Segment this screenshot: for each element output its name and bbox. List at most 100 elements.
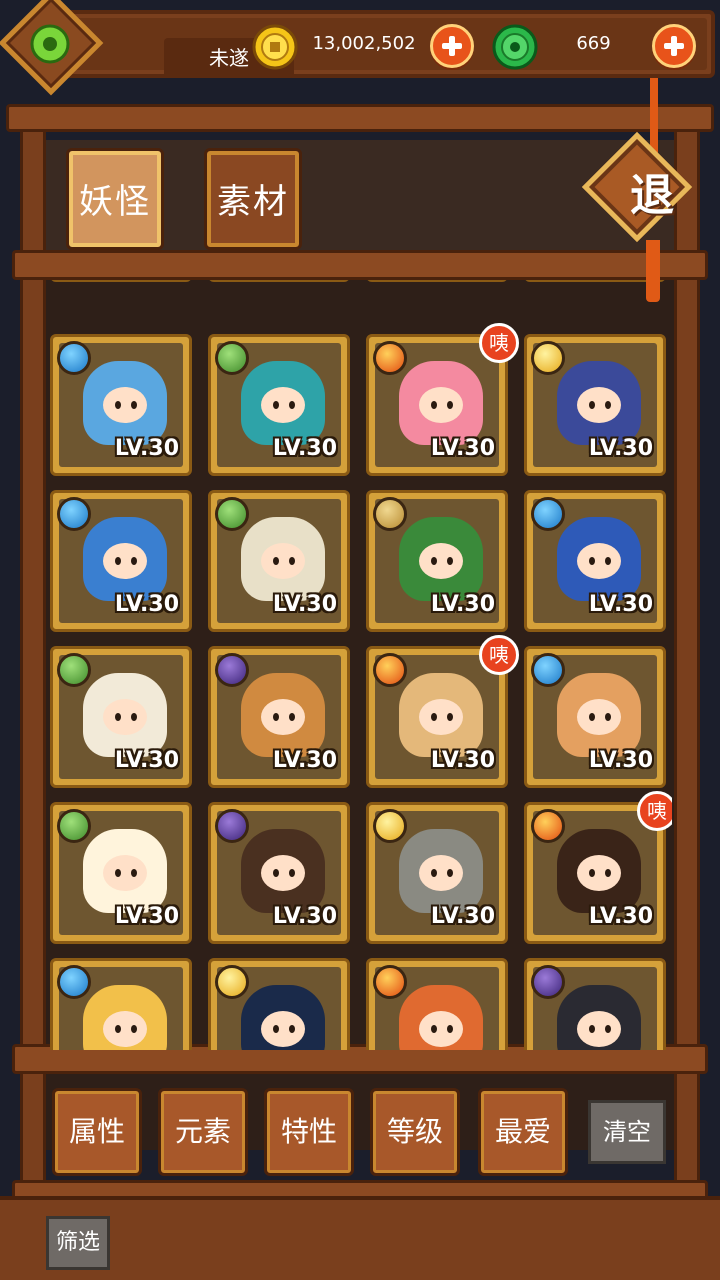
character-eye: [447, 713, 453, 721]
yokai-card[interactable]: LV.30: [208, 280, 350, 282]
card-level: LV.30: [430, 436, 495, 461]
yokai-character: [241, 673, 325, 757]
character-eye: [589, 401, 595, 409]
character-eye: [589, 557, 595, 565]
yokai-character: [557, 829, 641, 913]
tab-materials[interactable]: 素材: [204, 148, 302, 250]
card-level: LV.30: [114, 592, 179, 617]
character-eye: [289, 1025, 295, 1033]
character-face: [419, 855, 463, 891]
yokai-card[interactable]: LV.30: [208, 646, 350, 788]
character-eye: [447, 401, 453, 409]
character-eye: [605, 713, 611, 721]
character-eye: [447, 1025, 453, 1033]
character-eye: [273, 557, 279, 565]
character-face: [261, 699, 305, 735]
exit-label[interactable]: 退: [604, 160, 700, 232]
clear-filter-button[interactable]: 清空: [588, 1100, 666, 1164]
yokai-card[interactable]: LV.30 咦: [366, 323, 519, 476]
yokai-card[interactable]: LV.30: [366, 280, 508, 282]
cabinet-rail-mid: [12, 250, 708, 280]
character-eye: [115, 713, 121, 721]
screen-button[interactable]: 筛选: [46, 1216, 110, 1270]
character-face: [577, 543, 621, 579]
character-eye: [605, 557, 611, 565]
yokai-character: [241, 361, 325, 445]
card-level: LV.30: [272, 748, 337, 773]
cabinet-post-right: [674, 120, 700, 1200]
yokai-character: [241, 829, 325, 913]
yokai-character: [241, 517, 325, 601]
fire-element-icon: [373, 341, 407, 375]
yokai-character: [399, 985, 483, 1050]
yokai-card[interactable]: [366, 958, 508, 1050]
character-eye: [431, 557, 437, 565]
leaf-element-icon: [215, 341, 249, 375]
character-face: [419, 699, 463, 735]
yokai-card[interactable]: LV.30: [524, 334, 666, 476]
yokai-card[interactable]: LV.30: [366, 802, 508, 944]
card-level: LV.30: [430, 904, 495, 929]
character-eye: [447, 869, 453, 877]
yokai-card[interactable]: LV.30: [50, 646, 192, 788]
filter-attribute-button[interactable]: 属性: [52, 1088, 142, 1176]
character-face: [261, 1011, 305, 1047]
tab-yokai-label: 妖怪: [79, 182, 151, 222]
yokai-card[interactable]: [524, 958, 666, 1050]
yokai-card[interactable]: [50, 958, 192, 1050]
yokai-character: [399, 361, 483, 445]
yokai-character: [83, 829, 167, 913]
new-badge: 咦: [637, 791, 672, 831]
card-level: LV.30: [272, 904, 337, 929]
filter-element-button[interactable]: 元素: [158, 1088, 248, 1176]
yokai-card[interactable]: LV.30: [524, 646, 666, 788]
jade-coin-icon: [492, 24, 538, 70]
sun-element-icon: [215, 965, 249, 999]
character-eye: [115, 1025, 121, 1033]
water-element-icon: [57, 341, 91, 375]
yokai-card[interactable]: LV.30 咦: [366, 635, 519, 788]
yokai-card[interactable]: LV.3: [524, 280, 666, 282]
leaf-element-icon: [57, 809, 91, 843]
jade-coin-icon: [30, 24, 70, 64]
card-level: LV.30: [272, 592, 337, 617]
character-face: [577, 855, 621, 891]
add-gold-button[interactable]: [430, 24, 474, 68]
character-eye: [589, 713, 595, 721]
yokai-card[interactable]: LV.30: [208, 334, 350, 476]
yokai-card[interactable]: LV.30: [366, 490, 508, 632]
character-eye: [289, 401, 295, 409]
yokai-card[interactable]: LV.30 咦: [524, 791, 672, 944]
yokai-card[interactable]: LV.30: [50, 490, 192, 632]
water-element-icon: [57, 497, 91, 531]
yokai-card[interactable]: LV.30: [208, 802, 350, 944]
character-eye: [273, 869, 279, 877]
add-jade-button[interactable]: [652, 24, 696, 68]
cabinet-post-left: [20, 120, 46, 1200]
yokai-card[interactable]: [208, 958, 350, 1050]
character-face: [419, 543, 463, 579]
yokai-card[interactable]: LV.30: [524, 490, 666, 632]
yokai-card[interactable]: LV.30: [50, 280, 192, 282]
yokai-character: [399, 829, 483, 913]
card-level: LV.30: [114, 904, 179, 929]
yokai-grid: LV.30LV.30LV.30LV.3LV.30LV.30LV.30咦LV.30…: [46, 280, 672, 1050]
character-face: [577, 1011, 621, 1047]
filter-trait-button[interactable]: 特性: [264, 1088, 354, 1176]
filter-favorite-button[interactable]: 最爱: [478, 1088, 568, 1176]
card-level: LV.30: [272, 436, 337, 461]
character-face: [103, 699, 147, 735]
gold-coin-icon: [252, 24, 298, 70]
tab-yokai[interactable]: 妖怪: [66, 148, 164, 250]
yokai-card[interactable]: LV.30: [50, 802, 192, 944]
yokai-character: [83, 517, 167, 601]
character-face: [261, 855, 305, 891]
character-eye: [431, 1025, 437, 1033]
character-eye: [589, 1025, 595, 1033]
character-face: [103, 1011, 147, 1047]
card-level: LV.30: [114, 436, 179, 461]
card-level: LV.30: [430, 748, 495, 773]
yokai-card[interactable]: LV.30: [50, 334, 192, 476]
filter-level-button[interactable]: 等级: [370, 1088, 460, 1176]
yokai-card[interactable]: LV.30: [208, 490, 350, 632]
